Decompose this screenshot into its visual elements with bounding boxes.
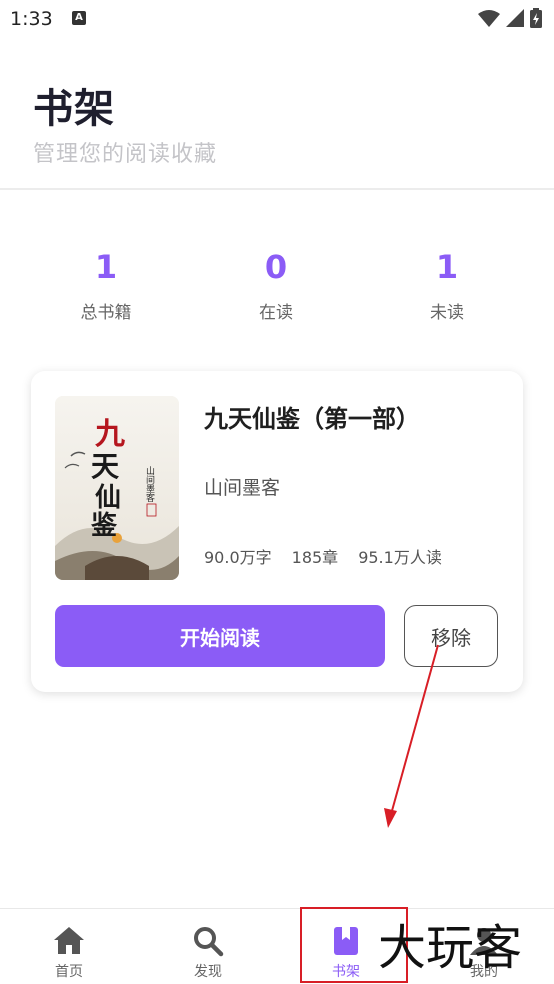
book-card[interactable]: 九 天 仙 鉴 山间墨客 九天仙鉴（第一部） 山间墨客 90.0万字 185章 … — [31, 371, 523, 692]
search-icon — [194, 927, 224, 957]
svg-text:九: 九 — [95, 417, 125, 452]
wifi-icon — [478, 10, 500, 27]
status-bar: 1:33 A — [0, 0, 554, 40]
start-reading-button[interactable]: 开始阅读 — [55, 605, 385, 667]
stat-total-books: 1 总书籍 — [31, 248, 181, 323]
person-icon — [470, 928, 498, 955]
signal-icon — [506, 9, 524, 27]
bottom-nav: 首页 发现 书架 我的 — [0, 908, 554, 984]
shelf-stats: 1 总书籍 0 在读 1 未读 — [0, 248, 554, 328]
stat-label: 在读 — [259, 303, 293, 323]
status-time: 1:33 — [10, 8, 53, 30]
svg-text:山间墨客: 山间墨客 — [144, 466, 155, 502]
stat-label: 未读 — [430, 303, 464, 323]
book-meta: 90.0万字 185章 95.1万人读 — [204, 544, 442, 568]
book-readers: 95.1万人读 — [358, 548, 442, 567]
svg-text:仙: 仙 — [95, 483, 121, 513]
page-subtitle: 管理您的阅读收藏 — [33, 142, 218, 167]
nav-item-bookshelf[interactable]: 书架 — [296, 909, 396, 984]
book-chapters: 185章 — [291, 548, 339, 567]
status-indicators — [478, 8, 542, 28]
book-author: 山间墨客 — [204, 477, 281, 499]
nav-label: 首页 — [55, 964, 83, 980]
page-title: 书架 — [33, 86, 115, 132]
nav-item-home[interactable]: 首页 — [19, 909, 119, 984]
stat-reading: 0 在读 — [201, 248, 351, 323]
nav-label: 我的 — [470, 964, 498, 980]
nav-label: 书架 — [332, 964, 360, 980]
book-title[interactable]: 九天仙鉴（第一部） — [204, 399, 420, 434]
remove-button[interactable]: 移除 — [404, 605, 498, 667]
nav-label: 发现 — [194, 964, 222, 980]
nav-item-discover[interactable]: 发现 — [158, 909, 258, 984]
svg-text:天: 天 — [91, 450, 119, 483]
stat-value: 1 — [435, 248, 459, 286]
nav-item-profile[interactable]: 我的 — [434, 909, 534, 984]
stat-value: 0 — [264, 248, 288, 286]
battery-icon — [530, 8, 542, 28]
bookmark-book-icon — [334, 927, 358, 955]
stat-value: 1 — [94, 248, 118, 286]
book-cover-art: 九 天 仙 鉴 山间墨客 — [55, 396, 179, 580]
stat-label: 总书籍 — [80, 303, 132, 323]
book-cover[interactable]: 九 天 仙 鉴 山间墨客 — [55, 396, 179, 580]
stat-unread: 1 未读 — [372, 248, 522, 323]
book-word-count: 90.0万字 — [204, 548, 272, 567]
page-header: 书架 管理您的阅读收藏 — [0, 40, 554, 190]
notification-icon: A — [72, 11, 86, 25]
svg-text:鉴: 鉴 — [90, 511, 118, 541]
home-icon — [54, 927, 84, 954]
